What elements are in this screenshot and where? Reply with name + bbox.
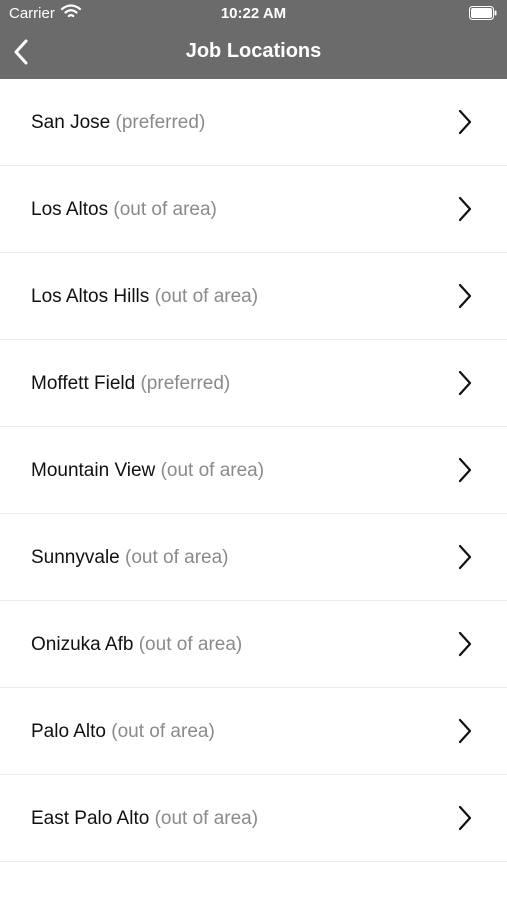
location-label: Mountain View (out of area) (31, 460, 264, 482)
chevron-right-icon (458, 283, 472, 309)
location-label: Onizuka Afb (out of area) (31, 634, 242, 656)
location-label: Sunnyvale (out of area) (31, 547, 229, 569)
location-city: Los Altos Hills (31, 286, 150, 307)
location-status: (preferred) (140, 373, 231, 394)
location-status: (out of area) (138, 634, 243, 655)
chevron-right-icon (458, 109, 472, 135)
location-label: Palo Alto (out of area) (31, 721, 215, 743)
chevron-right-icon (458, 544, 472, 570)
page-title: Job Locations (185, 40, 322, 62)
chevron-right-icon (458, 718, 472, 744)
location-label: Moffett Field (preferred) (31, 373, 230, 395)
location-status: (out of area) (154, 286, 259, 307)
status-bar: Carrier 10:22 AM (0, 0, 507, 28)
location-row[interactable]: Los Altos (out of area) (0, 166, 507, 253)
location-status: (out of area) (113, 199, 217, 220)
location-list: San Jose (preferred) Los Altos (out of ar… (0, 79, 507, 862)
location-city: Mountain View (31, 460, 156, 481)
location-city: East Palo Alto (31, 808, 150, 829)
location-status: (out of area) (154, 808, 259, 829)
location-label: Los Altos Hills (out of area) (31, 286, 258, 308)
location-row[interactable]: East Palo Alto (out of area) (0, 775, 507, 862)
chevron-right-icon (458, 196, 472, 222)
location-row[interactable]: Palo Alto (out of area) (0, 688, 507, 775)
status-time: 10:22 AM (220, 5, 287, 22)
location-city: Los Altos (31, 199, 109, 220)
location-status: (preferred) (115, 112, 206, 133)
phone-screen: Carrier 10:22 AM Job Locations San Jose … (0, 0, 507, 900)
location-row[interactable]: Onizuka Afb (out of area) (0, 601, 507, 688)
location-status: (out of area) (111, 721, 215, 742)
location-city: Sunnyvale (31, 547, 120, 568)
location-row[interactable]: Los Altos Hills (out of area) (0, 253, 507, 340)
chevron-right-icon (458, 370, 472, 396)
location-city: Onizuka Afb (31, 634, 134, 655)
location-city: San Jose (31, 112, 111, 133)
chevron-right-icon (458, 631, 472, 657)
top-bar: Carrier 10:22 AM Job Locations (0, 0, 507, 79)
location-label: East Palo Alto (out of area) (31, 808, 258, 830)
location-city: Moffett Field (31, 373, 136, 394)
location-city: Palo Alto (31, 721, 106, 742)
location-status: (out of area) (125, 547, 229, 568)
location-label: San Jose (preferred) (31, 112, 205, 134)
location-label: Los Altos (out of area) (31, 199, 217, 221)
chevron-right-icon (458, 805, 472, 831)
navigation-bar: Job Locations (0, 28, 507, 79)
location-row[interactable]: San Jose (preferred) (0, 79, 507, 166)
chevron-right-icon (458, 457, 472, 483)
battery-icon (469, 6, 497, 20)
location-row[interactable]: Mountain View (out of area) (0, 427, 507, 514)
location-status: (out of area) (160, 460, 265, 481)
location-row[interactable]: Moffett Field (preferred) (0, 340, 507, 427)
location-row[interactable]: Sunnyvale (out of area) (0, 514, 507, 601)
